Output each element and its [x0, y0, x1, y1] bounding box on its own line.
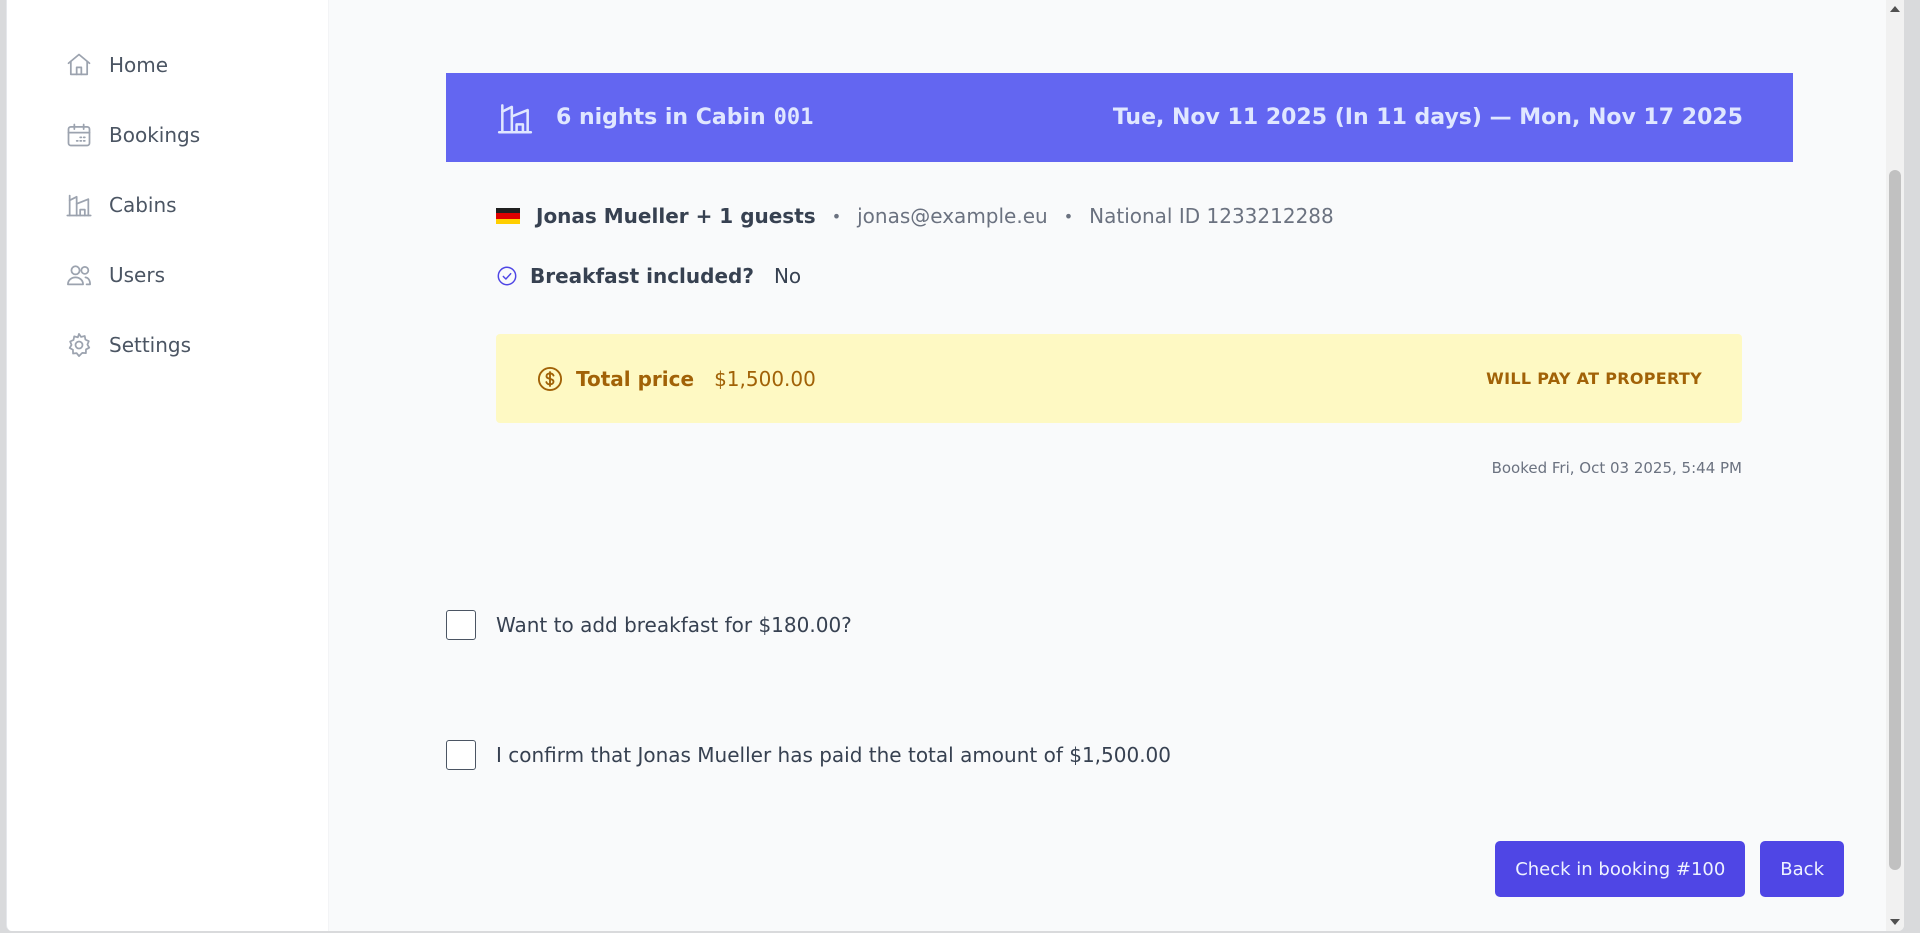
cabin-icon [66, 194, 92, 217]
price-value: $1,500.00 [714, 366, 816, 391]
guest-email: jonas@example.eu [857, 204, 1048, 228]
action-buttons: Check in booking #100 Back [1495, 841, 1844, 897]
separator-dot: • [831, 206, 842, 226]
sidebar-item-label: Settings [109, 333, 192, 357]
booking-title: 6 nights in Cabin 001 [556, 105, 813, 130]
booking-header: 6 nights in Cabin 001 Tue, Nov 11 2025 (I… [446, 73, 1793, 162]
sidebar-nav: Home Bookings Cabins Users Settings [7, 0, 328, 380]
breakfast-label: Breakfast included? [530, 264, 754, 288]
sidebar-item-cabins[interactable]: Cabins [65, 170, 328, 240]
scroll-up-arrow-icon[interactable] [1890, 6, 1900, 12]
cabin-number: 001 [773, 105, 814, 130]
confirm-paid-label: I confirm that Jonas Mueller has paid th… [496, 743, 1172, 767]
price-info: Total price $1,500.00 [536, 365, 816, 393]
confirm-paid-checkbox[interactable] [446, 740, 476, 770]
users-icon [67, 265, 91, 286]
app-window: Home Bookings Cabins Users Settings 6 ni… [6, 0, 1904, 931]
sidebar-item-users[interactable]: Users [65, 240, 328, 310]
check-circle-icon [497, 266, 517, 286]
confirm-paid-row[interactable]: I confirm that Jonas Mueller has paid th… [446, 740, 1171, 770]
scroll-down-arrow-icon[interactable] [1890, 919, 1900, 925]
add-breakfast-label: Want to add breakfast for $180.00? [496, 613, 852, 637]
booking-header-left: 6 nights in Cabin 001 [496, 99, 813, 137]
sidebar-item-label: Home [109, 53, 169, 77]
home-icon [67, 53, 91, 76]
booked-timestamp: Booked Fri, Oct 03 2025, 5:44 PM [1491, 459, 1742, 477]
add-breakfast-checkbox[interactable] [446, 610, 476, 640]
sidebar-item-label: Cabins [109, 193, 177, 217]
cabin-icon [497, 103, 533, 134]
sidebar: Home Bookings Cabins Users Settings [7, 0, 329, 931]
guest-name: Jonas Mueller + 1 guests [536, 204, 816, 228]
scrollbar-thumb[interactable] [1889, 170, 1901, 870]
germany-flag-icon [496, 208, 520, 224]
payment-status: WILL PAY AT PROPERTY [1486, 369, 1702, 388]
back-button[interactable]: Back [1760, 841, 1844, 897]
sidebar-item-settings[interactable]: Settings [65, 310, 328, 380]
calendar-icon [67, 123, 91, 147]
booking-dates: Tue, Nov 11 2025 (In 11 days) — Mon, Nov… [1112, 105, 1743, 130]
breakfast-value: No [773, 264, 802, 288]
price-label: Total price [576, 366, 695, 391]
nights-title: 6 nights in Cabin [556, 105, 766, 130]
guest-national-id: National ID 1233212288 [1089, 204, 1334, 228]
sidebar-item-label: Users [109, 263, 166, 287]
gear-icon [68, 333, 91, 357]
sidebar-item-home[interactable]: Home [65, 30, 328, 100]
dollar-circle-icon [537, 366, 563, 391]
sidebar-item-bookings[interactable]: Bookings [65, 100, 328, 170]
guest-info: Jonas Mueller + 1 guests • jonas@example… [496, 204, 1334, 228]
separator-dot: • [1063, 206, 1074, 226]
price-box: Total price $1,500.00 WILL PAY AT PROPER… [496, 334, 1742, 423]
add-breakfast-row[interactable]: Want to add breakfast for $180.00? [446, 610, 852, 640]
check-in-button[interactable]: Check in booking #100 [1495, 841, 1746, 897]
breakfast-info: Breakfast included? No [496, 264, 801, 288]
sidebar-item-label: Bookings [109, 123, 201, 147]
vertical-scrollbar[interactable] [1886, 0, 1904, 931]
main-content: 6 nights in Cabin 001 Tue, Nov 11 2025 (I… [330, 0, 1904, 931]
